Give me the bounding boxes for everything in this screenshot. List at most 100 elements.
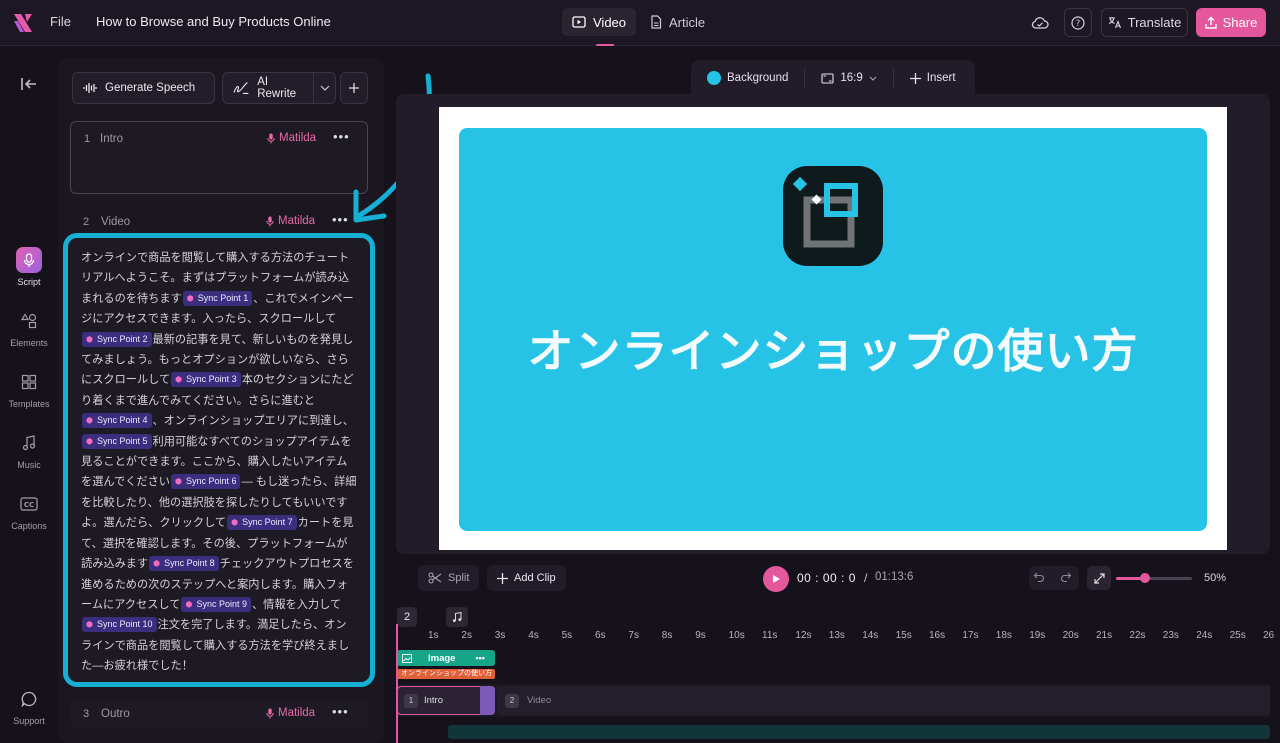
rail-item-elements[interactable]: Elements: [0, 308, 58, 348]
sync-point-chip[interactable]: Sync Point 3: [171, 372, 241, 388]
scene-card-intro[interactable]: 1 Intro Matilda •••: [70, 121, 368, 194]
timeline-tick-label: 24s: [1196, 630, 1213, 641]
timeline-tick-label: 15s: [895, 630, 912, 641]
aspect-ratio-label: 16:9: [840, 72, 863, 84]
rail-item-support[interactable]: Support: [0, 686, 58, 726]
sync-point-chip[interactable]: Sync Point 2: [82, 331, 152, 347]
cloud-sync-icon[interactable]: [1027, 10, 1053, 36]
canvas-toolbar: Background 16:9 Insert: [691, 60, 975, 96]
undo-icon[interactable]: [1033, 571, 1049, 585]
scene-number: 2: [83, 216, 90, 228]
add-clip-button[interactable]: Add Clip: [487, 565, 566, 591]
rail-item-templates[interactable]: Templates: [0, 369, 58, 409]
scene-card-video[interactable]: 2 Video Matilda •••: [70, 206, 368, 236]
timeline-tick-label: 11s: [762, 630, 778, 641]
insert-button[interactable]: Insert: [894, 68, 972, 88]
aspect-ratio-select[interactable]: 16:9: [805, 68, 892, 88]
rail-item-label: Templates: [8, 399, 50, 409]
ai-rewrite-dropdown[interactable]: [316, 80, 334, 96]
voice-selector[interactable]: Matilda: [267, 132, 316, 144]
scene-card-outro[interactable]: 3 Outro Matilda •••: [70, 698, 368, 728]
timeline-audio-track[interactable]: [448, 725, 1270, 739]
timeline-tick-label: 10s: [728, 630, 745, 641]
clip-number: 1: [404, 693, 418, 708]
script-text-editor[interactable]: オンラインで商品を閲覧して購入する方法のチュートリアルへようこそ。まずはプラット…: [63, 233, 375, 687]
sync-point-chip[interactable]: Sync Point 1: [182, 290, 253, 306]
sync-point-chip[interactable]: Sync Point 8: [149, 556, 219, 572]
timeline-panel: [396, 604, 1270, 743]
scene-name: Outro: [101, 708, 130, 720]
scene-number: 3: [83, 708, 90, 720]
file-menu[interactable]: File: [50, 14, 71, 29]
insert-label: Insert: [926, 72, 956, 84]
rail-item-label: Music: [17, 460, 41, 470]
clip-number: 2: [505, 693, 519, 708]
mic-icon: [267, 133, 275, 143]
zoom-slider-thumb[interactable]: [1140, 573, 1150, 583]
waveform-icon: [83, 83, 97, 93]
timeline-tick-label: 9s: [695, 630, 706, 641]
document-title[interactable]: How to Browse and Buy Products Online: [96, 14, 331, 29]
scene-name: Intro: [100, 133, 124, 145]
sync-point-chip[interactable]: Sync Point 9: [181, 596, 251, 612]
rail-item-script[interactable]: Script: [0, 247, 58, 287]
timeline-tick-label: 25s: [1229, 630, 1246, 641]
translate-button[interactable]: Translate: [1101, 8, 1188, 37]
split-button[interactable]: Split: [418, 565, 480, 591]
timeline-tick-label: 4s: [528, 630, 539, 641]
music-icon: [452, 611, 462, 622]
collapse-panel-icon[interactable]: [20, 76, 40, 94]
script-text: 、オンラインショップエリアに到達し、: [152, 415, 354, 428]
more-options-icon[interactable]: •••: [475, 653, 484, 663]
app-logo-image[interactable]: [783, 166, 883, 266]
tab-article[interactable]: Article: [640, 8, 715, 36]
play-button[interactable]: [763, 566, 789, 592]
share-button[interactable]: Share: [1196, 8, 1266, 37]
tab-video[interactable]: Video: [562, 8, 637, 36]
scene-number: 1: [84, 133, 91, 145]
timeline-playhead[interactable]: [396, 624, 398, 743]
track-row-image: [396, 648, 1270, 668]
grid-icon: [16, 369, 42, 395]
svg-text:CC: CC: [24, 501, 34, 509]
timeline-tick-label: 21s: [1096, 630, 1113, 641]
rail-item-captions[interactable]: CC Captions: [0, 491, 58, 531]
fit-to-screen-button[interactable]: [1087, 566, 1111, 590]
timeline-tick-label: 1s: [428, 630, 439, 641]
generate-speech-button[interactable]: Generate Speech: [72, 72, 215, 104]
timeline-clip-text[interactable]: オンラインショップの使い方: [397, 669, 495, 679]
help-button[interactable]: ?: [1064, 8, 1092, 37]
time-separator: /: [864, 571, 868, 585]
timeline-clip-image[interactable]: Image •••: [397, 650, 495, 666]
sync-point-chip[interactable]: Sync Point 4: [82, 413, 152, 429]
aspect-ratio-icon: [821, 72, 834, 84]
timeline-scene-badge[interactable]: 2: [397, 607, 417, 627]
redo-icon[interactable]: [1060, 571, 1076, 585]
background-label: Background: [727, 72, 789, 84]
timeline-tick-label: 2s: [461, 630, 472, 641]
app-logo[interactable]: [12, 12, 34, 34]
timeline-tick-label: 13s: [828, 630, 845, 641]
rail-item-label: Elements: [10, 338, 48, 348]
timeline-tick-label: 8s: [661, 630, 673, 641]
clip-resize-handle[interactable]: [480, 686, 495, 715]
timeline-tick-label: 23s: [1162, 630, 1179, 641]
video-icon: [572, 16, 586, 28]
signature-pen-icon: [233, 82, 249, 94]
sync-point-chip[interactable]: Sync Point 5: [82, 433, 152, 449]
sync-point-chip[interactable]: Sync Point 7: [227, 515, 297, 531]
sync-point-chip[interactable]: Sync Point 6: [170, 474, 241, 490]
slide-title-text[interactable]: オンラインショップの使い方: [459, 315, 1207, 381]
voice-selector[interactable]: Matilda: [266, 707, 315, 719]
timeline-music-button[interactable]: [446, 607, 468, 627]
sync-point-chip[interactable]: Sync Point 10: [82, 617, 157, 633]
more-options-icon[interactable]: •••: [332, 704, 349, 719]
clip-label: Image: [428, 652, 456, 664]
mic-icon: [266, 216, 274, 226]
plus-icon: [909, 72, 921, 84]
rail-item-music[interactable]: Music: [0, 430, 58, 470]
timeline-clip-video[interactable]: 2 Video: [497, 686, 1270, 715]
timeline-tick-label: 14s: [862, 630, 879, 641]
background-button[interactable]: Background: [691, 68, 804, 88]
voice-selector[interactable]: Matilda: [266, 215, 315, 227]
